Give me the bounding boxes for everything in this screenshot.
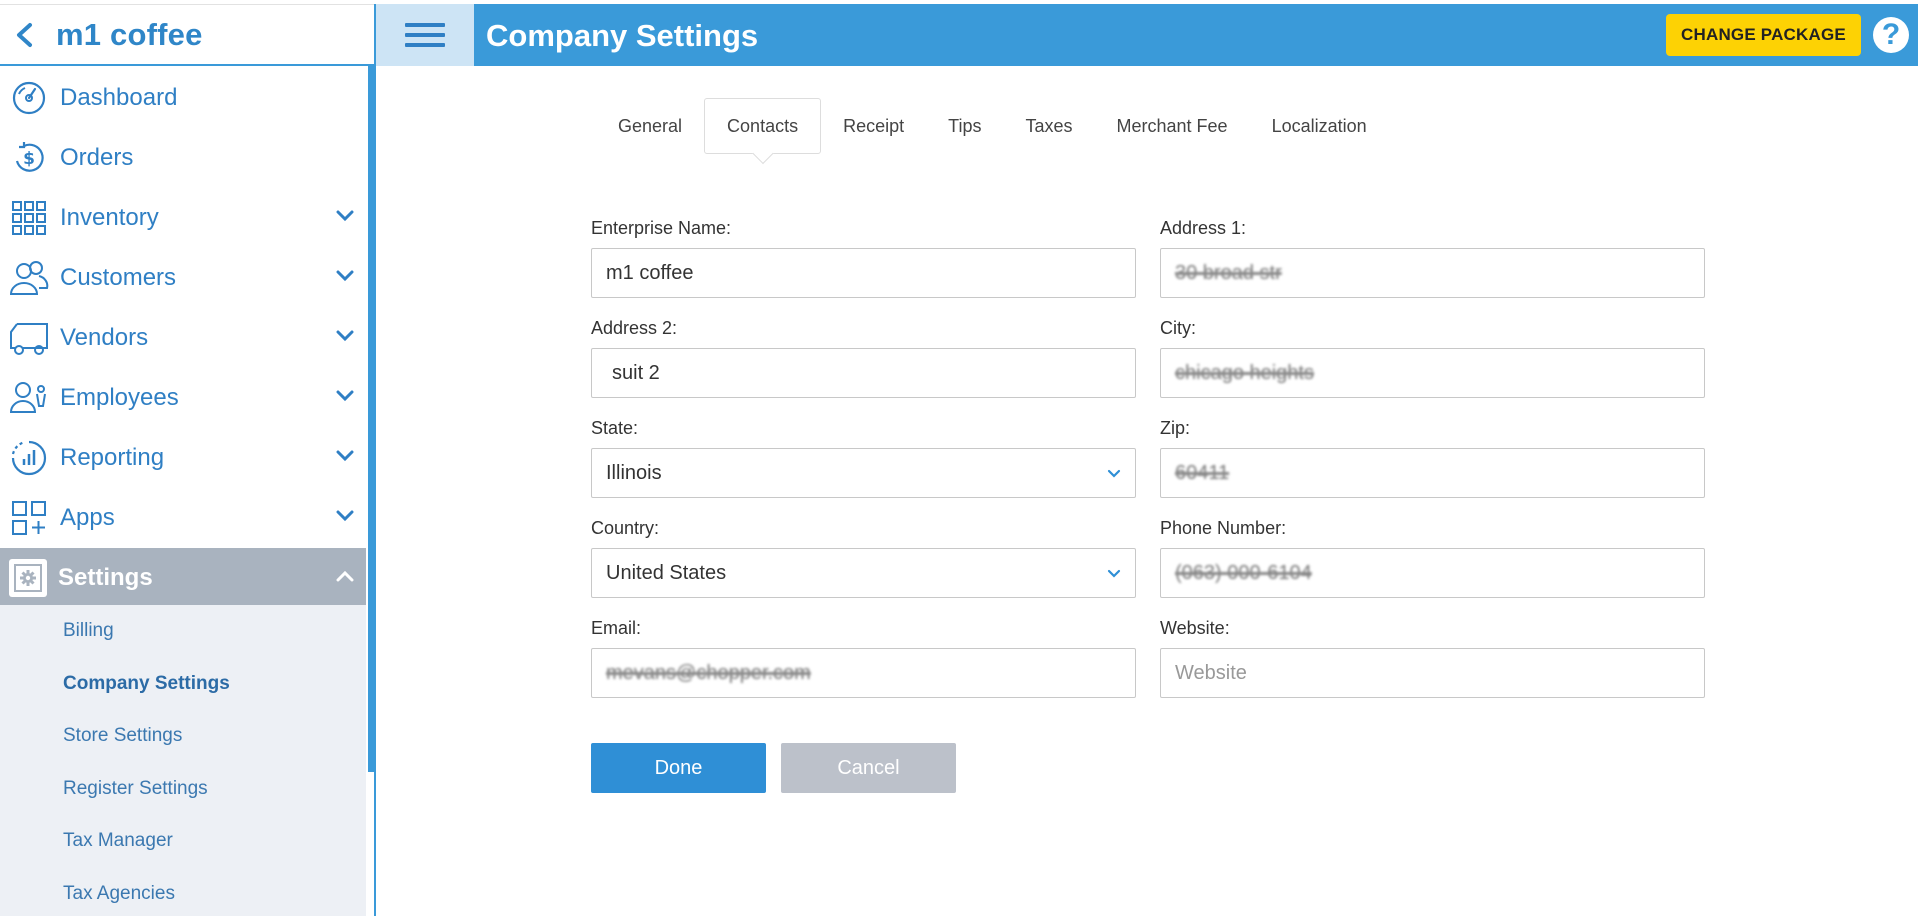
truck-icon [9,318,49,358]
sidebar-item-label: Employees [60,384,179,411]
app-name: m1 coffee [56,16,203,52]
phone-label: Phone Number: [1160,518,1287,538]
done-button[interactable]: Done [591,743,766,793]
chevron-down-icon[interactable] [336,210,354,222]
country-label: Country: [591,518,660,538]
settings-subnav: Billing Company Settings Store Settings … [0,605,366,916]
sidebar-divider [374,4,376,916]
email-value: mevans@chopper.com [606,661,811,684]
subnav-item-company-settings[interactable]: Company Settings [0,658,366,711]
tab-taxes[interactable]: Taxes [1003,98,1094,154]
address2-label: Address 2: [591,318,678,338]
zip-value: 60411 [1175,461,1230,484]
sidebar-item-dashboard[interactable]: Dashboard [0,68,366,128]
dollar-refresh-icon: $ [9,138,49,178]
enterprise-name-field[interactable]: m1 coffee [591,248,1136,298]
state-label: State: [591,418,639,438]
zip-label: Zip: [1160,418,1191,438]
email-label: Email: [591,618,642,638]
brand-header: m1 coffee [0,4,374,66]
chevron-down-icon[interactable] [336,510,354,522]
subnav-item-register-settings[interactable]: Register Settings [0,763,366,816]
sidebar-item-label: Orders [60,144,134,171]
svg-text:$: $ [23,149,35,169]
sidebar-item-vendors[interactable]: Vendors [0,308,366,368]
sidebar: m1 coffee Dashboard $ Orders Inventory C… [0,0,374,916]
city-field[interactable]: chicago heights [1160,348,1705,398]
sidebar-item-label: Settings [58,564,153,591]
chevron-down-icon[interactable] [336,390,354,402]
chart-icon [9,438,49,478]
email-field[interactable]: mevans@chopper.com [591,648,1136,698]
chevron-up-icon[interactable] [336,570,354,582]
city-value: chicago heights [1175,361,1314,384]
tab-contacts[interactable]: Contacts [704,98,822,154]
sidebar-item-settings[interactable]: Settings [0,548,366,608]
zip-field[interactable]: 60411 [1160,448,1705,498]
sidebar-item-label: Apps [60,504,115,531]
top-header: Company Settings CHANGE PACKAGE ? [376,4,1918,66]
address2-value: suit 2 [612,361,660,384]
sidebar-item-reporting[interactable]: Reporting [0,428,366,488]
country-select[interactable]: United States [591,548,1136,598]
address1-value: 30 broad str [1175,261,1282,284]
sidebar-item-label: Reporting [60,444,165,471]
chevron-down-icon[interactable] [336,270,354,282]
chevron-down-icon[interactable] [336,330,354,342]
enterprise-name-value: m1 coffee [606,261,694,284]
back-icon[interactable] [14,22,36,47]
tab-general[interactable]: General [596,98,704,154]
sidebar-item-label: Vendors [60,324,149,351]
tab-localization[interactable]: Localization [1250,98,1389,154]
hamburger-icon [405,17,445,53]
sidebar-item-orders[interactable]: $ Orders [0,128,366,188]
tab-tips[interactable]: Tips [926,98,1003,154]
sidebar-nav: Dashboard $ Orders Inventory Customers V… [0,68,366,608]
tab-receipt[interactable]: Receipt [821,98,926,154]
subnav-item-store-settings[interactable]: Store Settings [0,710,366,763]
page-title: Company Settings [486,18,759,53]
tab-merchant-fee[interactable]: Merchant Fee [1095,98,1250,154]
phone-value: (063) 000-6104 [1175,561,1312,584]
city-label: City: [1160,318,1196,338]
sidebar-item-inventory[interactable]: Inventory [0,188,366,248]
enterprise-name-label: Enterprise Name: [591,218,732,238]
address1-label: Address 1: [1160,218,1247,238]
subnav-item-tax-manager[interactable]: Tax Manager [0,815,366,868]
sidebar-item-label: Dashboard [60,84,178,111]
change-package-button[interactable]: CHANGE PACKAGE [1666,14,1861,56]
phone-field[interactable]: (063) 000-6104 [1160,548,1705,598]
chevron-down-icon[interactable] [336,450,354,462]
settings-tabs: General Contacts Receipt Tips Taxes Merc… [596,98,1389,154]
dashboard-icon [9,78,49,118]
country-value: United States [606,561,727,584]
website-input[interactable] [1161,649,1704,697]
sidebar-item-label: Inventory [60,204,159,231]
sidebar-item-employees[interactable]: Employees [0,368,366,428]
sidebar-item-label: Customers [60,264,177,291]
website-field[interactable] [1160,648,1705,698]
employee-icon [9,378,49,418]
sidebar-item-apps[interactable]: Apps [0,488,366,548]
sidebar-item-customers[interactable]: Customers [0,248,366,308]
grid-icon [9,198,49,238]
users-icon [9,258,49,298]
chevron-down-icon [1107,469,1121,478]
subnav-item-billing[interactable]: Billing [0,605,366,658]
subnav-item-tax-agencies[interactable]: Tax Agencies [0,868,366,916]
chevron-down-icon [1107,569,1121,578]
gear-icon [9,559,47,597]
apps-icon [9,498,49,538]
state-value: Illinois [606,461,662,484]
menu-toggle-button[interactable] [376,4,474,66]
address2-field[interactable]: suit 2 [591,348,1136,398]
address1-field[interactable]: 30 broad str [1160,248,1705,298]
state-select[interactable]: Illinois [591,448,1136,498]
cancel-button[interactable]: Cancel [781,743,956,793]
website-label: Website: [1160,618,1230,638]
help-icon[interactable]: ? [1873,17,1909,53]
